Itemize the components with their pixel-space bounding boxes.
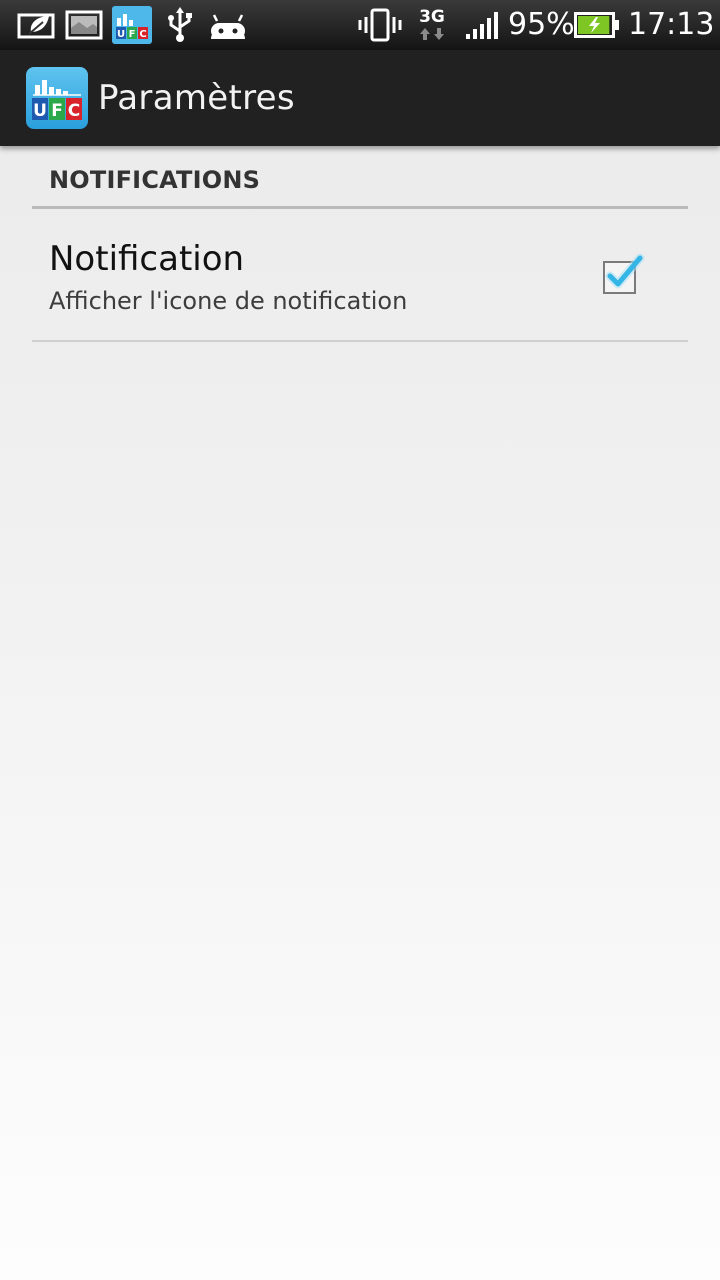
svg-text:F: F bbox=[129, 29, 136, 40]
logo-letter-c: C bbox=[68, 101, 80, 121]
preference-summary: Afficher l'icone de notification bbox=[49, 287, 408, 315]
preference-title: Notification bbox=[49, 239, 245, 279]
signal-strength-icon bbox=[464, 7, 500, 43]
preference-category-notifications: NOTIFICATIONS bbox=[32, 160, 688, 209]
category-title: NOTIFICATIONS bbox=[49, 166, 261, 194]
battery-charging-icon bbox=[574, 7, 620, 43]
battery-percent-label: 95% bbox=[508, 7, 575, 42]
usb-icon bbox=[164, 7, 196, 43]
android-debug-icon bbox=[206, 7, 250, 43]
network-type-label: 3G bbox=[419, 7, 445, 27]
vibrate-icon bbox=[358, 7, 402, 43]
preference-item-notification[interactable]: Notification Afficher l'icone de notific… bbox=[32, 212, 688, 342]
battery-saver-leaf-icon bbox=[16, 7, 58, 43]
app-logo-icon[interactable]: U F C bbox=[26, 67, 88, 129]
logo-letter-u: U bbox=[33, 101, 47, 121]
action-bar: U F C Paramètres bbox=[0, 50, 720, 146]
image-notification-icon bbox=[64, 7, 104, 43]
network-3g-icon: 3G bbox=[414, 7, 450, 43]
logo-letter-f: F bbox=[51, 101, 63, 121]
page-title: Paramètres bbox=[98, 78, 295, 118]
svg-text:U: U bbox=[117, 29, 125, 40]
svg-text:C: C bbox=[139, 29, 146, 40]
ufc-app-notification-icon: U F C bbox=[112, 6, 152, 44]
status-bar: U F C 3G 95% 17:13 bbox=[0, 0, 720, 50]
clock-time: 17:13 bbox=[628, 7, 715, 42]
notification-checkbox[interactable] bbox=[602, 253, 645, 296]
